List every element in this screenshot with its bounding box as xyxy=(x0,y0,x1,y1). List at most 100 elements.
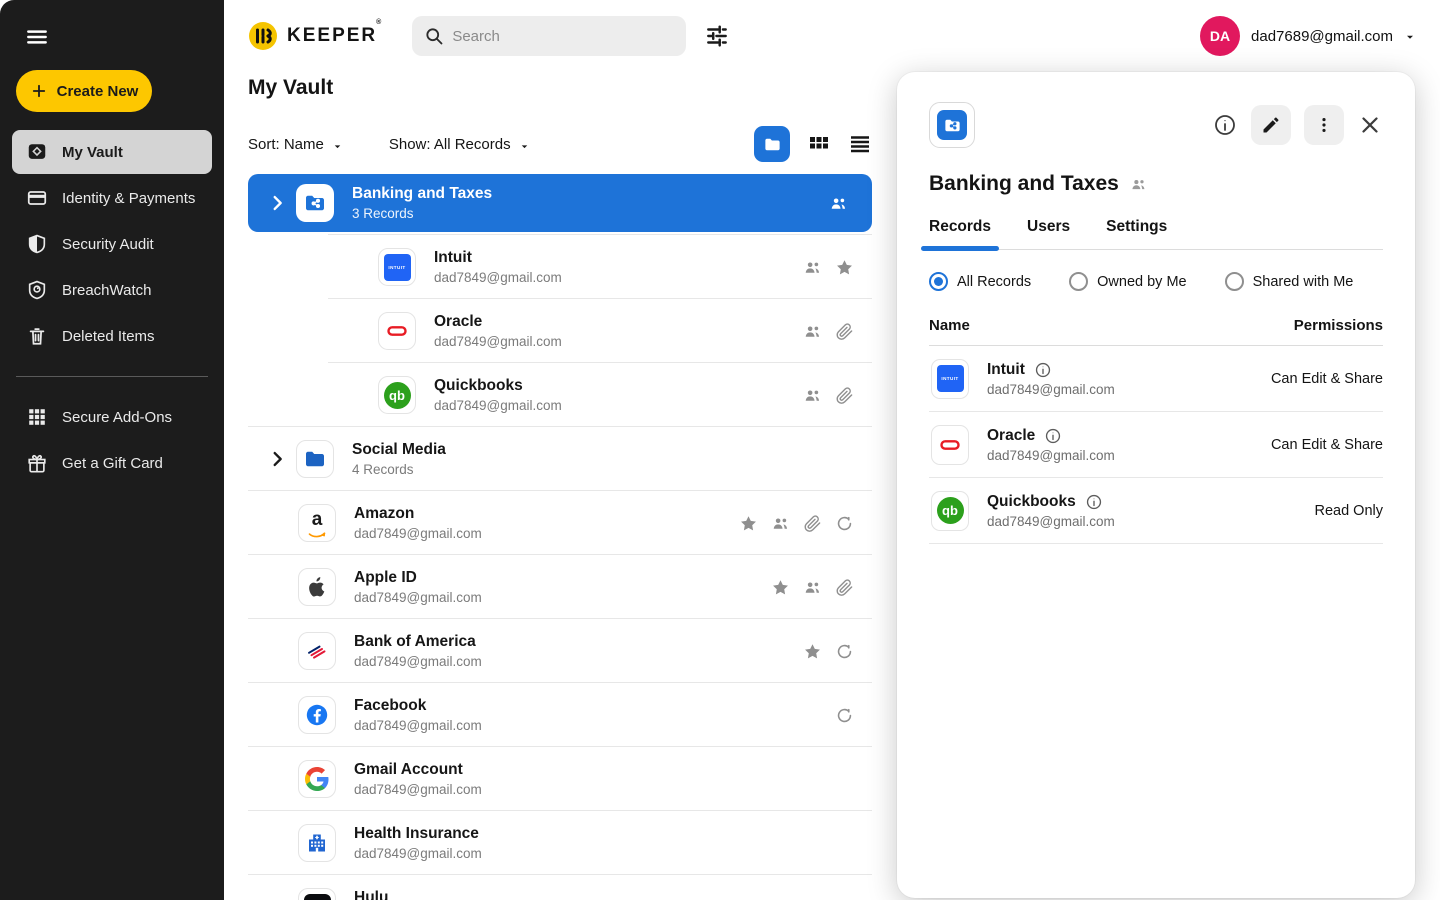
row-separator xyxy=(328,298,872,299)
list-view-button[interactable] xyxy=(848,132,872,156)
paperclip-icon xyxy=(803,514,822,533)
folder-detail-panel: Banking and Taxes RecordsUsersSettings A… xyxy=(897,72,1415,898)
refresh-icon xyxy=(835,642,854,661)
row-separator xyxy=(248,618,872,619)
create-new-label: Create New xyxy=(57,83,139,100)
show-dropdown[interactable]: Show: All Records xyxy=(389,136,530,153)
record-row-facebook[interactable]: Facebook dad7849@gmail.com xyxy=(248,683,872,747)
permission-row-intuit[interactable]: INTUITIntuitdad7849@gmail.comCan Edit & … xyxy=(929,346,1383,412)
info-icon[interactable] xyxy=(1044,427,1062,445)
create-new-button[interactable]: Create New xyxy=(16,70,152,112)
record-filters: All Records Owned by Me Shared with Me xyxy=(929,272,1383,291)
row-status-icons xyxy=(803,642,872,661)
row-title: Apple ID xyxy=(354,569,482,587)
account-menu[interactable]: DA dad7689@gmail.com xyxy=(1200,16,1416,56)
quickbooks-icon: qb xyxy=(384,382,411,409)
record-row-hulu[interactable]: hHuludad7849@gmail.com xyxy=(248,875,872,900)
row-subtitle: dad7849@gmail.com xyxy=(354,718,482,733)
users-icon xyxy=(771,514,790,533)
account-email: dad7689@gmail.com xyxy=(1251,28,1393,45)
sort-dropdown[interactable]: Sort: Name xyxy=(248,136,343,153)
grid-icon xyxy=(26,406,48,428)
sidebar-item-label: BreachWatch xyxy=(62,282,151,299)
folder-row-banking-and-taxes[interactable]: Banking and Taxes3 Records xyxy=(248,174,872,232)
sidebar-item-breachwatch[interactable]: BreachWatch xyxy=(12,268,212,312)
trash-icon xyxy=(26,325,48,347)
star-icon[interactable] xyxy=(835,258,854,277)
sidebar-item-identity-payments[interactable]: Identity & Payments xyxy=(12,176,212,220)
pencil-icon xyxy=(1261,115,1281,135)
sidebar-item-label: Deleted Items xyxy=(62,328,155,345)
tune-icon xyxy=(704,23,730,49)
info-icon[interactable] xyxy=(1034,361,1052,379)
row-text: Facebook dad7849@gmail.com xyxy=(354,697,482,733)
row-separator xyxy=(248,746,872,747)
tab-records[interactable]: Records xyxy=(929,218,991,249)
row-text: Amazondad7849@gmail.com xyxy=(354,505,482,541)
search-input[interactable] xyxy=(452,28,674,45)
paperclip-icon xyxy=(835,578,854,597)
sidebar-divider xyxy=(16,376,208,377)
grid-view-button[interactable] xyxy=(807,132,831,156)
folder-row-social-media[interactable]: Social Media4 Records xyxy=(248,427,872,491)
record-row-oracle[interactable]: Oracledad7849@gmail.com xyxy=(248,299,872,363)
search-filter-button[interactable] xyxy=(704,23,730,49)
star-icon[interactable] xyxy=(803,642,822,661)
tab-users[interactable]: Users xyxy=(1027,218,1070,249)
intuit-logo-tile: INTUIT xyxy=(931,359,969,399)
star-icon[interactable] xyxy=(739,514,758,533)
row-text: Quickbooksdad7849@gmail.com xyxy=(987,493,1115,529)
hamburger-icon[interactable] xyxy=(24,24,50,50)
facebook-icon xyxy=(305,703,329,727)
expand-chevron-icon[interactable] xyxy=(266,448,288,470)
sidebar-item-deleted-items[interactable]: Deleted Items xyxy=(12,314,212,358)
record-row-amazon[interactable]: aAmazondad7849@gmail.com xyxy=(248,491,872,555)
close-button[interactable] xyxy=(1357,112,1383,138)
quickbooks-icon: qb xyxy=(937,497,964,524)
tab-settings[interactable]: Settings xyxy=(1106,218,1167,249)
users-icon xyxy=(803,386,822,405)
expand-chevron-icon[interactable] xyxy=(266,192,288,214)
list-icon xyxy=(848,132,872,156)
row-status-icons xyxy=(803,386,872,405)
users-icon xyxy=(803,578,822,597)
permission-row-oracle[interactable]: Oracledad7849@gmail.comCan Edit & Share xyxy=(929,412,1383,478)
info-button[interactable] xyxy=(1212,112,1238,138)
folder-view-button[interactable] xyxy=(754,126,790,162)
more-options-button[interactable] xyxy=(1304,105,1344,145)
record-row-intuit[interactable]: INTUITIntuitdad7849@gmail.com xyxy=(248,235,872,299)
users-icon xyxy=(803,258,822,277)
filter-shared-with-me[interactable]: Shared with Me xyxy=(1225,272,1354,291)
sidebar-item-label: Identity & Payments xyxy=(62,190,195,207)
row-title: Amazon xyxy=(354,505,482,523)
record-row-quickbooks[interactable]: qbQuickbooksdad7849@gmail.com xyxy=(248,363,872,427)
record-row-apple-id[interactable]: Apple IDdad7849@gmail.com xyxy=(248,555,872,619)
radio-icon xyxy=(1225,272,1244,291)
filter-owned-by-me[interactable]: Owned by Me xyxy=(1069,272,1186,291)
sidebar-item-secure-add-ons[interactable]: Secure Add-Ons xyxy=(12,395,212,439)
view-toggles xyxy=(754,126,872,162)
info-icon[interactable] xyxy=(1085,493,1103,511)
sort-label: Sort: Name xyxy=(248,136,324,153)
permission-row-quickbooks[interactable]: qbQuickbooksdad7849@gmail.comRead Only xyxy=(929,478,1383,544)
plus-icon xyxy=(30,82,48,100)
star-icon[interactable] xyxy=(771,578,790,597)
row-separator xyxy=(328,234,872,235)
main-content: My Vault Sort: Name Show: All Records xyxy=(248,72,872,900)
close-icon xyxy=(1358,113,1382,137)
edit-button[interactable] xyxy=(1251,105,1291,145)
sidebar-item-security-audit[interactable]: Security Audit xyxy=(12,222,212,266)
sidebar-item-label: Security Audit xyxy=(62,236,154,253)
sidebar-item-get-a-gift-card[interactable]: Get a Gift Card xyxy=(12,441,212,485)
row-title: Oracle xyxy=(434,313,562,331)
row-title: Health Insurance xyxy=(354,825,482,843)
show-label: Show: All Records xyxy=(389,136,511,153)
keeper-logo: KEEPER® xyxy=(248,21,384,51)
filter-all-records[interactable]: All Records xyxy=(929,272,1031,291)
sidebar-item-my-vault[interactable]: My Vault xyxy=(12,130,212,174)
record-row-bank-of-america[interactable]: Bank of Americadad7849@gmail.com xyxy=(248,619,872,683)
row-text: Apple IDdad7849@gmail.com xyxy=(354,569,482,605)
row-title: Facebook xyxy=(354,697,482,715)
record-row-health-insurance[interactable]: Health Insurancedad7849@gmail.com xyxy=(248,811,872,875)
record-row-gmail-account[interactable]: Gmail Accountdad7849@gmail.com xyxy=(248,747,872,811)
